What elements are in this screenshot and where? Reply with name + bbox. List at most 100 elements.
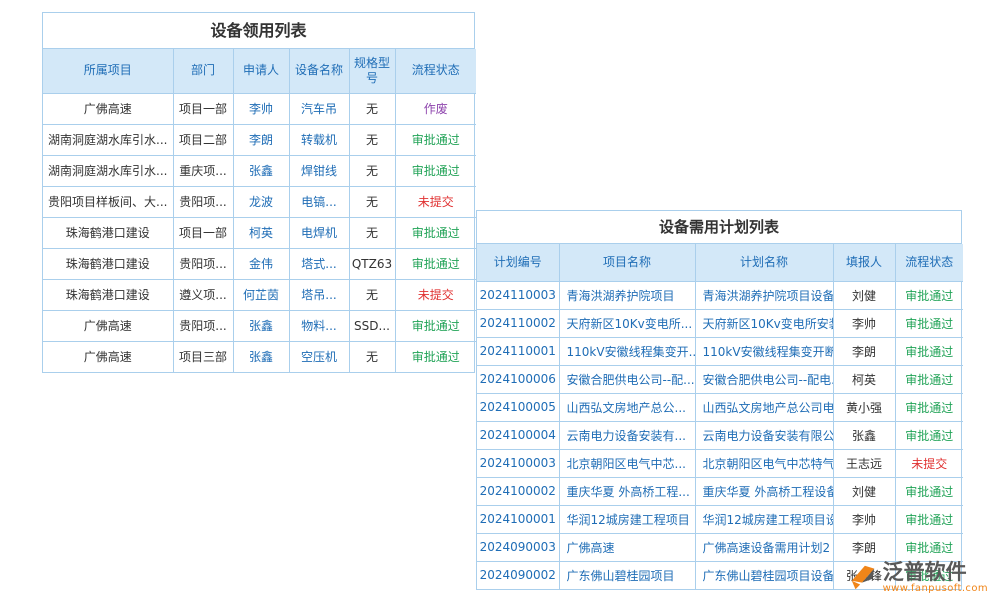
column-header: 部门 [173, 49, 233, 93]
cell-reporter: 刘健 [833, 281, 895, 309]
table-row[interactable]: 湖南洞庭湖水库引水...重庆项...张鑫焊钳线无审批通过 [43, 155, 476, 186]
cell-applicant[interactable]: 张鑫 [233, 341, 289, 372]
cell-project-name[interactable]: 云南电力设备安装有... [559, 421, 695, 449]
table-row[interactable]: 广佛高速项目三部张鑫空压机无审批通过 [43, 341, 476, 372]
table-row[interactable]: 2024100006安徽合肥供电公司--配...安徽合肥供电公司--配电...柯… [477, 365, 963, 393]
cell-status[interactable]: 审批通过 [895, 365, 963, 393]
cell-plan-number[interactable]: 2024110003 [477, 281, 559, 309]
cell-project-name[interactable]: 重庆华夏 外高桥工程... [559, 477, 695, 505]
cell-status[interactable]: 审批通过 [895, 281, 963, 309]
cell-status[interactable]: 未提交 [895, 449, 963, 477]
cell-applicant[interactable]: 龙波 [233, 186, 289, 217]
cell-project-name[interactable]: 山西弘文房地产总公... [559, 393, 695, 421]
cell-plan-name[interactable]: 广佛高速设备需用计划2 [695, 533, 833, 561]
table-row[interactable]: 2024110003青海洪湖养护院项目青海洪湖养护院项目设备...刘健审批通过 [477, 281, 963, 309]
cell-plan-name[interactable]: 青海洪湖养护院项目设备... [695, 281, 833, 309]
table-row[interactable]: 广佛高速项目一部李帅汽车吊无作废 [43, 93, 476, 124]
cell-plan-name[interactable]: 云南电力设备安装有限公... [695, 421, 833, 449]
cell-equipment-name[interactable]: 转载机 [289, 124, 349, 155]
cell-equipment-name[interactable]: 焊钳线 [289, 155, 349, 186]
cell-equipment-name[interactable]: 塔式... [289, 248, 349, 279]
cell-applicant[interactable]: 柯英 [233, 217, 289, 248]
brand-text-block: 泛普软件 www.fanpusoft.com [883, 561, 988, 594]
cell-status[interactable]: 未提交 [395, 279, 476, 310]
fanpu-logo-icon [848, 562, 878, 592]
cell-plan-number[interactable]: 2024090002 [477, 561, 559, 589]
cell-equipment-name[interactable]: 电焊机 [289, 217, 349, 248]
table-row[interactable]: 2024110002天府新区10Kv变电所...天府新区10Kv变电所安装...… [477, 309, 963, 337]
cell-plan-name[interactable]: 山西弘文房地产总公司电... [695, 393, 833, 421]
cell-plan-number[interactable]: 2024100003 [477, 449, 559, 477]
cell-status[interactable]: 审批通过 [895, 533, 963, 561]
cell-applicant[interactable]: 李帅 [233, 93, 289, 124]
cell-equipment-name[interactable]: 塔吊... [289, 279, 349, 310]
column-header: 计划编号 [477, 244, 559, 281]
cell-project-name[interactable]: 广东佛山碧桂园项目 [559, 561, 695, 589]
cell-plan-name[interactable]: 安徽合肥供电公司--配电... [695, 365, 833, 393]
cell-applicant[interactable]: 张鑫 [233, 155, 289, 186]
table-row[interactable]: 2024100003北京朝阳区电气中芯...北京朝阳区电气中芯特气...王志远未… [477, 449, 963, 477]
cell-project-name[interactable]: 天府新区10Kv变电所... [559, 309, 695, 337]
table-row[interactable]: 2024100001华润12城房建工程项目华润12城房建工程项目设...李帅审批… [477, 505, 963, 533]
cell-status[interactable]: 审批通过 [895, 337, 963, 365]
cell-plan-name[interactable]: 北京朝阳区电气中芯特气... [695, 449, 833, 477]
cell-status[interactable]: 未提交 [395, 186, 476, 217]
cell-plan-number[interactable]: 2024100005 [477, 393, 559, 421]
table-row[interactable]: 珠海鹤港口建设贵阳项...金伟塔式...QTZ63审批通过 [43, 248, 476, 279]
cell-status[interactable]: 审批通过 [895, 393, 963, 421]
cell-project-name[interactable]: 110kV安徽线程集变开... [559, 337, 695, 365]
cell-plan-number[interactable]: 2024090003 [477, 533, 559, 561]
cell-status[interactable]: 审批通过 [895, 421, 963, 449]
cell-status[interactable]: 审批通过 [395, 124, 476, 155]
table-row[interactable]: 2024100002重庆华夏 外高桥工程...重庆华夏 外高桥工程设备...刘健… [477, 477, 963, 505]
cell-project-name[interactable]: 北京朝阳区电气中芯... [559, 449, 695, 477]
cell-plan-number[interactable]: 2024110002 [477, 309, 559, 337]
cell-project-name[interactable]: 青海洪湖养护院项目 [559, 281, 695, 309]
cell-plan-name[interactable]: 重庆华夏 外高桥工程设备... [695, 477, 833, 505]
cell-applicant[interactable]: 张鑫 [233, 310, 289, 341]
cell-status[interactable]: 审批通过 [895, 309, 963, 337]
cell-equipment-name[interactable]: 空压机 [289, 341, 349, 372]
cell-status[interactable]: 审批通过 [395, 155, 476, 186]
cell-reporter: 黄小强 [833, 393, 895, 421]
cell-spec-model: 无 [349, 155, 395, 186]
table-row[interactable]: 2024110001110kV安徽线程集变开...110kV安徽线程集变开断..… [477, 337, 963, 365]
cell-plan-number[interactable]: 2024100001 [477, 505, 559, 533]
cell-status[interactable]: 审批通过 [395, 217, 476, 248]
table-row[interactable]: 珠海鹤港口建设项目一部柯英电焊机无审批通过 [43, 217, 476, 248]
cell-plan-name[interactable]: 广东佛山碧桂园项目设备... [695, 561, 833, 589]
table-row[interactable]: 珠海鹤港口建设遵义项...何芷茵塔吊...无未提交 [43, 279, 476, 310]
cell-status[interactable]: 审批通过 [895, 505, 963, 533]
cell-plan-name[interactable]: 华润12城房建工程项目设... [695, 505, 833, 533]
table-row[interactable]: 2024100005山西弘文房地产总公...山西弘文房地产总公司电...黄小强审… [477, 393, 963, 421]
cell-status[interactable]: 审批通过 [895, 477, 963, 505]
cell-applicant[interactable]: 李朗 [233, 124, 289, 155]
table-row[interactable]: 湖南洞庭湖水库引水...项目二部李朗转载机无审批通过 [43, 124, 476, 155]
cell-reporter: 刘健 [833, 477, 895, 505]
cell-plan-name[interactable]: 110kV安徽线程集变开断... [695, 337, 833, 365]
cell-status[interactable]: 作废 [395, 93, 476, 124]
cell-equipment-name[interactable]: 物料... [289, 310, 349, 341]
table-row[interactable]: 广佛高速贵阳项...张鑫物料...SSD...审批通过 [43, 310, 476, 341]
cell-plan-number[interactable]: 2024100004 [477, 421, 559, 449]
cell-project-name[interactable]: 安徽合肥供电公司--配... [559, 365, 695, 393]
cell-plan-number[interactable]: 2024100006 [477, 365, 559, 393]
cell-project: 湖南洞庭湖水库引水... [43, 124, 173, 155]
table-row[interactable]: 2024090003广佛高速广佛高速设备需用计划2李朗审批通过 [477, 533, 963, 561]
cell-status[interactable]: 审批通过 [395, 341, 476, 372]
cell-project-name[interactable]: 华润12城房建工程项目 [559, 505, 695, 533]
cell-plan-number[interactable]: 2024110001 [477, 337, 559, 365]
cell-project: 湖南洞庭湖水库引水... [43, 155, 173, 186]
cell-status[interactable]: 审批通过 [395, 248, 476, 279]
cell-applicant[interactable]: 何芷茵 [233, 279, 289, 310]
cell-plan-number[interactable]: 2024100002 [477, 477, 559, 505]
cell-equipment-name[interactable]: 汽车吊 [289, 93, 349, 124]
cell-equipment-name[interactable]: 电镐... [289, 186, 349, 217]
cell-plan-name[interactable]: 天府新区10Kv变电所安装... [695, 309, 833, 337]
cell-project-name[interactable]: 广佛高速 [559, 533, 695, 561]
cell-department: 重庆项... [173, 155, 233, 186]
table-row[interactable]: 2024100004云南电力设备安装有...云南电力设备安装有限公...张鑫审批… [477, 421, 963, 449]
table-row[interactable]: 贵阳项目样板间、大...贵阳项...龙波电镐...无未提交 [43, 186, 476, 217]
cell-status[interactable]: 审批通过 [395, 310, 476, 341]
cell-applicant[interactable]: 金伟 [233, 248, 289, 279]
